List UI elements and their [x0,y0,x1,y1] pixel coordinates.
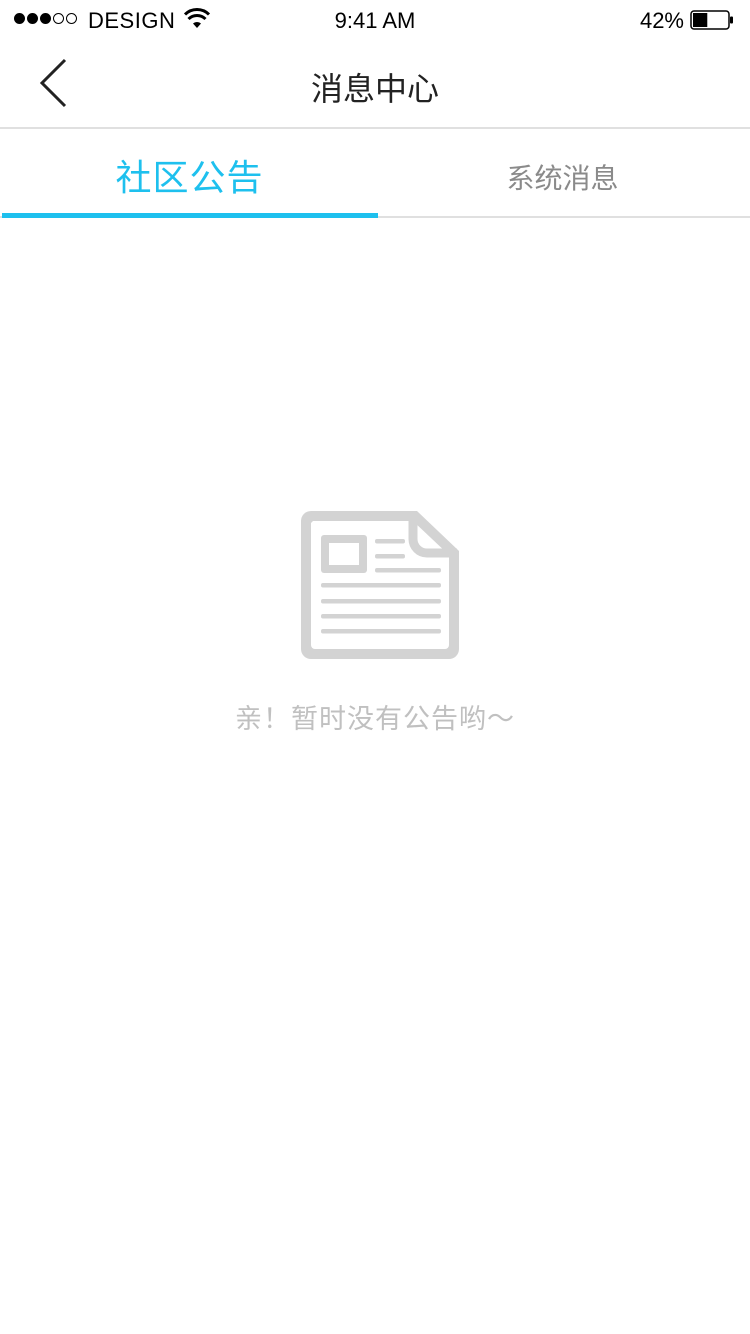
battery-icon [690,10,733,30]
tab-label: 社区公告 [115,158,264,199]
clock: 9:41 AM [334,8,416,33]
tab-label: 系统消息 [506,162,619,195]
tab-bar: 社区公告 系统消息 [0,129,750,218]
empty-state-message: 亲！暂时没有公告哟～ [235,704,515,735]
tab-community-notice[interactable]: 社区公告 [2,129,377,216]
battery-percentage: 42% [639,8,684,33]
navigation-bar: 消息中心 [0,40,750,129]
tab-system-messages[interactable]: 系统消息 [375,129,750,216]
document-icon [301,511,459,659]
page-title: 消息中心 [310,70,439,108]
status-bar: DESIGN 9:41 AM 42% [0,0,750,40]
active-tab-indicator [2,213,378,218]
